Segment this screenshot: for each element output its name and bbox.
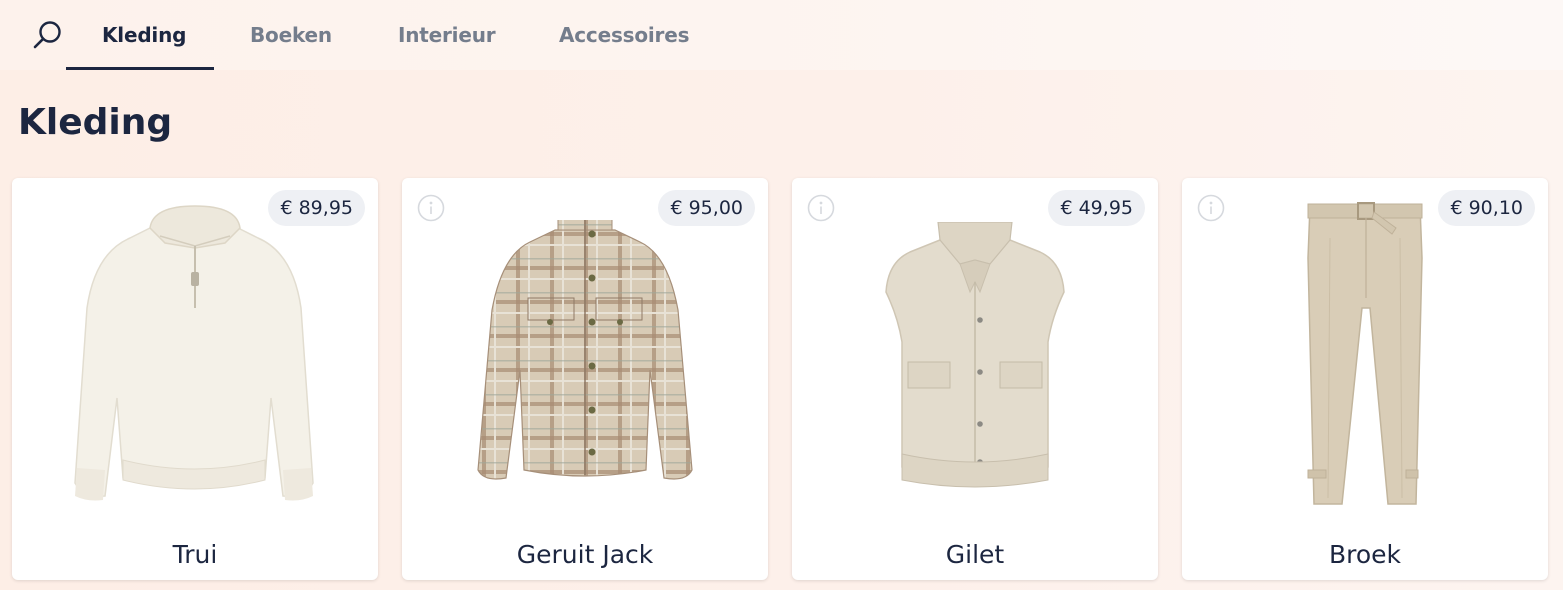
- tab-boeken[interactable]: Boeken: [250, 0, 332, 70]
- gilet-image: [885, 222, 1065, 488]
- product-card-gilet[interactable]: € 49,95 Gilet: [792, 178, 1158, 580]
- product-name: Broek: [1328, 540, 1402, 569]
- page-title: Kleding: [18, 102, 173, 143]
- info-icon[interactable]: [417, 194, 445, 222]
- product-card-trui[interactable]: € 89,95 Trui: [12, 178, 378, 580]
- product-card-geruit-jack[interactable]: € 95,00 Geruit Jack: [402, 178, 768, 580]
- top-nav: Kleding Boeken Interieur Accessoires: [0, 0, 1563, 70]
- sweater-image: [74, 205, 314, 501]
- product-name: Gilet: [945, 540, 1005, 569]
- product-card-broek[interactable]: € 90,10 Broek: [1182, 178, 1548, 580]
- tab-kleding[interactable]: Kleding: [102, 0, 186, 70]
- plaid-jacket-image: [477, 220, 693, 480]
- info-icon[interactable]: [807, 194, 835, 222]
- price-badge: € 90,10: [1438, 190, 1535, 226]
- search-icon: [33, 21, 61, 49]
- info-icon[interactable]: [1197, 194, 1225, 222]
- tab-accessoires[interactable]: Accessoires: [559, 0, 689, 70]
- price-badge: € 49,95: [1048, 190, 1145, 226]
- product-name: Trui: [172, 540, 218, 569]
- search-button[interactable]: [30, 18, 66, 54]
- active-tab-indicator: [66, 67, 214, 70]
- tab-interieur[interactable]: Interieur: [398, 0, 496, 70]
- trousers-image: [1307, 202, 1423, 505]
- product-name: Geruit Jack: [516, 540, 654, 569]
